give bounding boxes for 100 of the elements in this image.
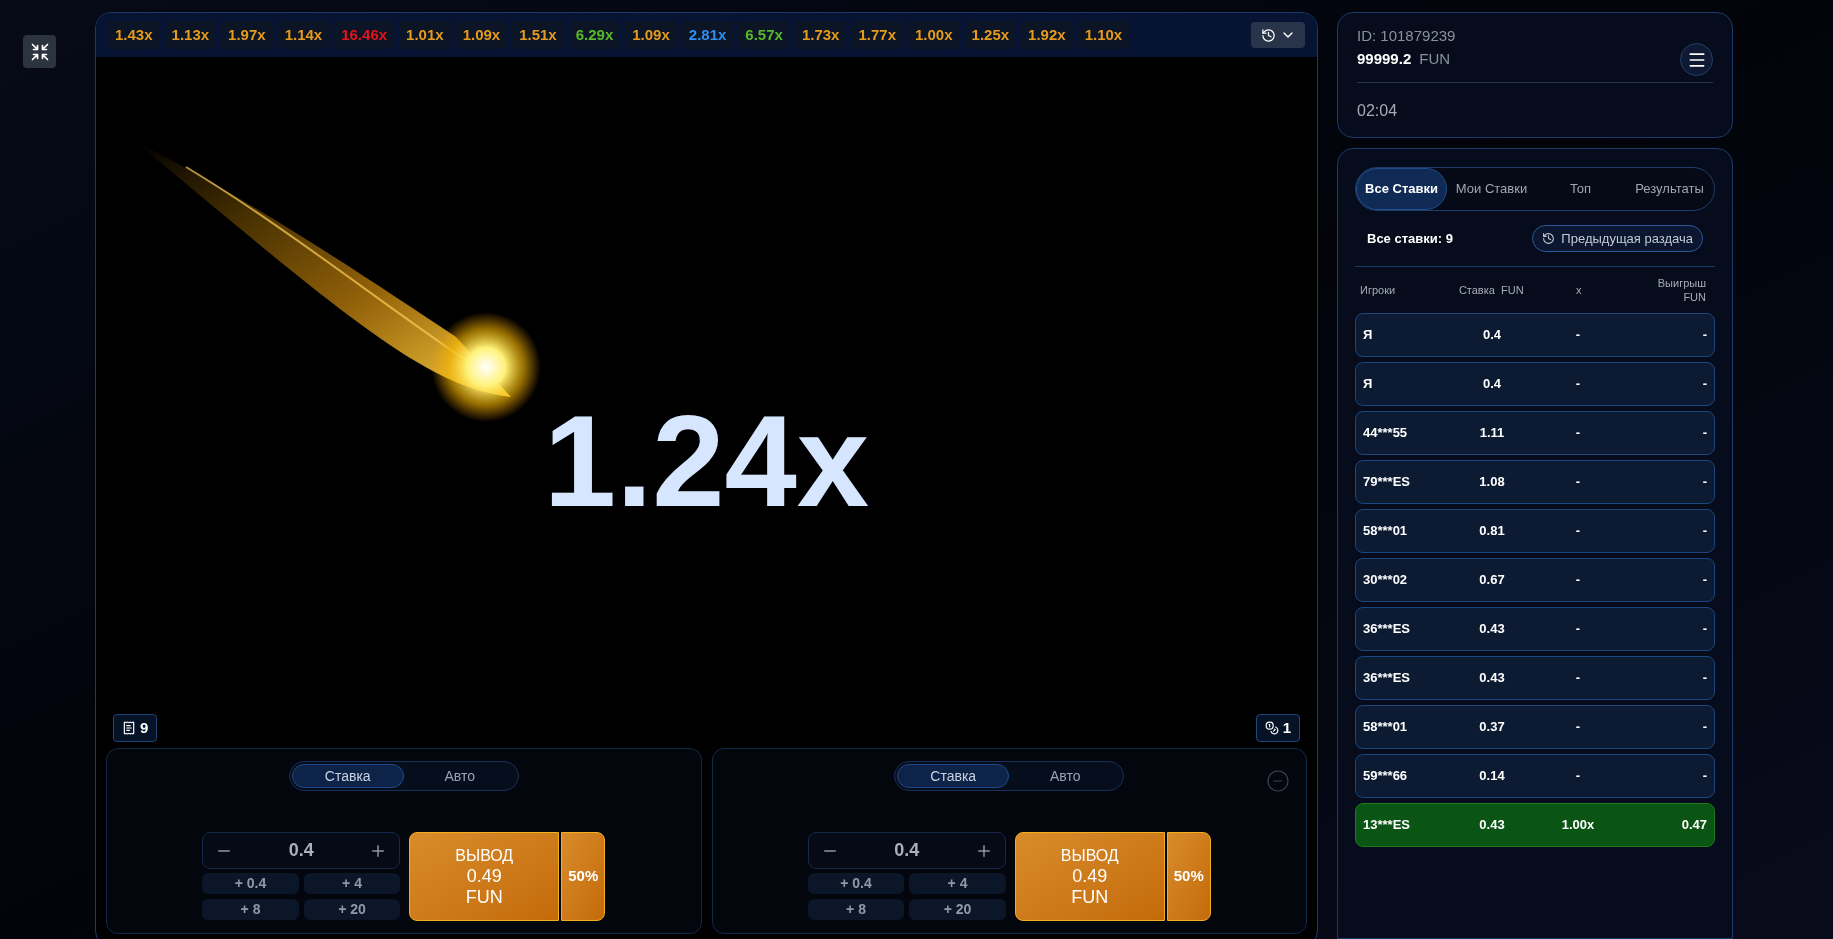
player-name: 30***02 xyxy=(1363,571,1409,590)
bet-amount: 0.14 xyxy=(1479,767,1505,786)
bet-amount: 0.81 xyxy=(1479,522,1505,541)
mode-tab[interactable]: Авто xyxy=(1009,764,1122,788)
multiplier-chip: 1.14x xyxy=(277,21,330,49)
multiplier-value: - xyxy=(1575,767,1581,786)
bet-amount: 0.43 xyxy=(1479,816,1505,835)
menu-button[interactable] xyxy=(1680,43,1713,76)
multiplier-value: - xyxy=(1575,326,1581,345)
multiplier-chip: 2.81x xyxy=(681,21,734,49)
column-header: Ставка FUN xyxy=(1458,282,1524,298)
bets-tab[interactable]: Все Ставки xyxy=(1356,168,1447,210)
win-amount: 0.47 xyxy=(1681,816,1707,835)
column-header: Выигрыш FUN xyxy=(1656,276,1707,304)
balance: 99999.2 xyxy=(1357,48,1412,69)
win-amount: - xyxy=(1702,375,1707,394)
bets-tab[interactable]: Результаты xyxy=(1625,168,1714,210)
cashouts-count: 1 xyxy=(1282,717,1291,738)
bet-amount: 0.43 xyxy=(1479,620,1505,639)
multiplier-chip: 1.00x xyxy=(908,21,960,49)
percent-button[interactable]: 50% xyxy=(1166,832,1211,921)
win-amount: - xyxy=(1702,326,1707,345)
win-amount: - xyxy=(1702,620,1707,639)
quick-add-button[interactable]: + 8 xyxy=(202,899,299,920)
player-name: 36***ES xyxy=(1363,620,1411,639)
multiplier-value: - xyxy=(1575,522,1581,541)
bet-amount: 0.37 xyxy=(1479,718,1505,737)
receipt-icon xyxy=(122,721,136,735)
cashout-button[interactable]: ВЫВОД 0.49 FUN xyxy=(1014,832,1165,921)
cashout-button[interactable]: ВЫВОД 0.49 FUN xyxy=(409,832,560,921)
win-amount: - xyxy=(1702,522,1707,541)
player-name: Я xyxy=(1363,326,1374,345)
bets-tab[interactable]: Мои Ставки xyxy=(1447,168,1536,210)
user-id: ID: 101879239 xyxy=(1357,26,1456,46)
column-header: x xyxy=(1576,282,1582,298)
quick-add-button[interactable]: + 8 xyxy=(807,899,905,920)
player-name: 58***01 xyxy=(1363,522,1409,541)
multiplier-chip: 16.46x xyxy=(334,21,395,49)
mode-tab[interactable]: Ставка xyxy=(897,764,1010,788)
bet-amount: 0.4 xyxy=(1482,375,1502,394)
mode-tab[interactable]: Авто xyxy=(403,764,516,788)
bets-total: Все ставки: 9 xyxy=(1367,229,1453,248)
player-name: 59***66 xyxy=(1363,767,1409,786)
quick-add-button[interactable]: + 20 xyxy=(303,899,401,920)
win-amount: - xyxy=(1702,424,1707,443)
amount-field[interactable]: 0.4 xyxy=(807,832,1006,869)
multiplier-value: - xyxy=(1575,571,1581,590)
quick-add-button[interactable]: + 0.4 xyxy=(807,873,905,894)
coins-icon xyxy=(1264,721,1279,735)
multiplier-value: - xyxy=(1575,375,1581,394)
history-button[interactable] xyxy=(1251,22,1305,48)
bet-amount: 0.43 xyxy=(1479,669,1505,688)
bet-amount: 1.08 xyxy=(1479,473,1505,492)
bet-amount: 1.11 xyxy=(1479,424,1505,443)
multiplier-chip: 1.01x xyxy=(399,21,451,49)
multiplier-chip: 6.29x xyxy=(568,21,621,49)
mode-tab[interactable]: Ставка xyxy=(291,764,404,788)
bets-count: 9 xyxy=(140,717,149,738)
current-multiplier: 1.24x xyxy=(543,395,870,526)
multiplier-value: 1.00x xyxy=(1561,816,1595,835)
quick-add-button[interactable]: + 20 xyxy=(909,899,1006,920)
clock: 02:04 xyxy=(1357,101,1399,121)
multiplier-value: - xyxy=(1575,473,1581,492)
player-name: 58***01 xyxy=(1363,718,1409,737)
history-icon xyxy=(1260,27,1276,43)
win-amount: - xyxy=(1702,571,1707,590)
win-amount: - xyxy=(1702,669,1707,688)
multiplier-value: - xyxy=(1575,424,1581,443)
bet-amount: 0.67 xyxy=(1479,571,1505,590)
multiplier-chip: 1.92x xyxy=(1021,21,1073,49)
exit-fullscreen-button[interactable] xyxy=(23,35,56,68)
multiplier-chip: 6.57x xyxy=(738,21,790,49)
previous-round-button[interactable]: Предыдущая раздача xyxy=(1532,225,1703,252)
player-name: 36***ES xyxy=(1363,669,1411,688)
multiplier-value: - xyxy=(1575,669,1581,688)
win-amount: - xyxy=(1702,718,1707,737)
quick-add-button[interactable]: + 4 xyxy=(303,873,401,894)
bet-amount: 0.4 xyxy=(1482,326,1502,345)
multiplier-chip: 1.77x xyxy=(851,21,903,49)
multiplier-chip: 1.13x xyxy=(164,21,217,49)
exit-fullscreen-icon xyxy=(29,41,50,62)
win-amount: - xyxy=(1702,473,1707,492)
quick-add-button[interactable]: + 4 xyxy=(909,873,1006,894)
bets-tab[interactable]: Топ xyxy=(1536,168,1625,210)
multiplier-chip: 1.97x xyxy=(221,21,273,49)
multiplier-chip: 1.25x xyxy=(964,21,1017,49)
amount-field[interactable]: 0.4 xyxy=(202,832,401,869)
history-icon xyxy=(1542,232,1556,245)
column-header: Игроки xyxy=(1360,282,1397,298)
player-name: 13***ES xyxy=(1363,816,1411,835)
multiplier-value: - xyxy=(1575,718,1581,737)
multiplier-chip: 1.09x xyxy=(625,21,677,49)
multiplier-chip: 1.51x xyxy=(512,21,564,49)
multiplier-chip: 1.73x xyxy=(794,21,847,49)
amount-value: 0.4 xyxy=(893,839,921,862)
amount-value: 0.4 xyxy=(287,839,315,862)
player-name: 44***55 xyxy=(1363,424,1409,443)
quick-add-button[interactable]: + 0.4 xyxy=(202,873,299,894)
currency: FUN xyxy=(1419,48,1451,69)
multiplier-chip: 1.10x xyxy=(1077,21,1130,49)
